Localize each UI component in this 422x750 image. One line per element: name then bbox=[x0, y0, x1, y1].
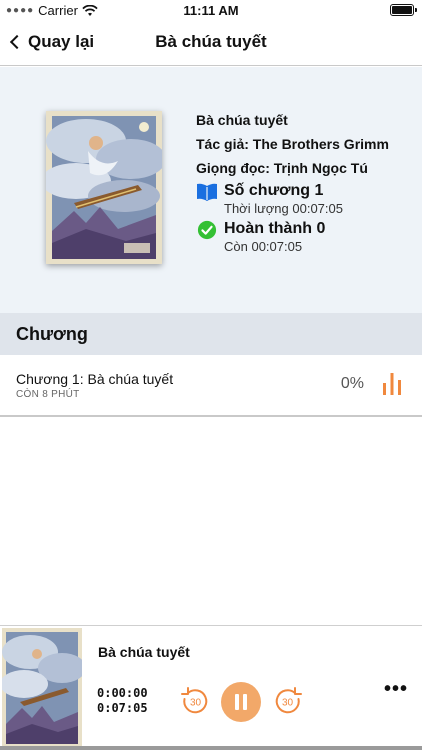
book-narrator: Giọng đọc: Trịnh Ngọc Tú bbox=[196, 160, 368, 176]
duration: Thời lượng 00:07:05 bbox=[224, 201, 343, 216]
player-cover-image[interactable] bbox=[2, 628, 82, 748]
remaining-time: Còn 00:07:05 bbox=[224, 239, 303, 254]
skip-back-label: 30 bbox=[190, 698, 202, 709]
skip-forward-label: 30 bbox=[282, 698, 294, 709]
chapters-count: Số chương 1 bbox=[224, 182, 324, 199]
chapter-remaining: CÒN 8 PHÚT bbox=[16, 389, 80, 400]
chapter-title: Chương 1: Bà chúa tuyết bbox=[16, 371, 174, 387]
navigation-bar: Quay lại Bà chúa tuyết bbox=[0, 22, 422, 66]
replay-30-icon[interactable]: 30 bbox=[180, 686, 210, 716]
total-time: 0:07:05 bbox=[97, 701, 148, 715]
back-chevron-icon bbox=[9, 34, 25, 50]
mini-player: Bà chúa tuyết 0:00:00 0:07:05 30 30 ••• bbox=[0, 625, 422, 750]
more-icon[interactable]: ••• bbox=[384, 678, 408, 701]
section-title: Chương bbox=[16, 324, 88, 344]
check-circle-icon bbox=[197, 220, 217, 240]
status-bar: ●●●● Carrier 11:11 AM bbox=[0, 0, 422, 22]
book-author: Tác giả: The Brothers Grimm bbox=[196, 136, 389, 152]
back-button[interactable]: Quay lại bbox=[9, 32, 95, 52]
clock: 11:11 AM bbox=[183, 3, 239, 18]
book-meta: Bà chúa tuyết Tác giả: The Brothers Grim… bbox=[196, 111, 416, 255]
battery-icon bbox=[390, 4, 417, 16]
forward-30-icon[interactable]: 30 bbox=[273, 686, 303, 716]
player-times: 0:00:00 0:07:05 bbox=[97, 686, 148, 716]
chapter-row[interactable]: Chương 1: Bà chúa tuyết CÒN 8 PHÚT 0% bbox=[0, 355, 422, 417]
book-name: Bà chúa tuyết bbox=[196, 112, 288, 128]
completed-count: Hoàn thành 0 bbox=[224, 220, 326, 237]
elapsed-time: 0:00:00 bbox=[97, 686, 148, 700]
equalizer-icon bbox=[383, 373, 401, 395]
chapters-stat: Số chương 1 Thời lượng 00:07:05 bbox=[196, 181, 416, 217]
chapter-progress: 0% bbox=[340, 375, 364, 392]
completed-stat: Hoàn thành 0 Còn 00:07:05 bbox=[196, 219, 416, 255]
book-info-panel: Bà chúa tuyết Tác giả: The Brothers Grim… bbox=[0, 67, 422, 313]
back-label: Quay lại bbox=[28, 32, 95, 51]
book-cover-image bbox=[46, 111, 162, 264]
player-title: Bà chúa tuyết bbox=[98, 644, 190, 660]
progress-track bbox=[0, 746, 422, 750]
chapters-section-header: Chương bbox=[0, 313, 422, 355]
book-icon bbox=[197, 183, 217, 201]
pause-button[interactable] bbox=[221, 682, 261, 722]
